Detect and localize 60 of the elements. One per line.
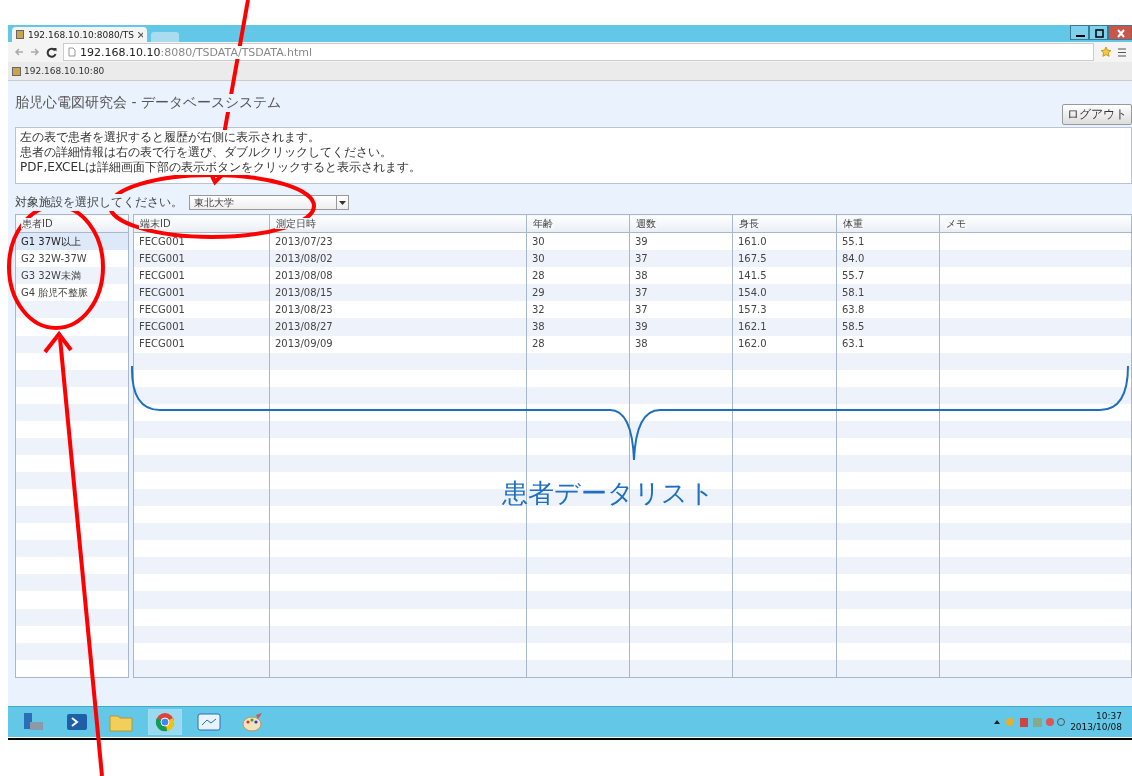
- table-cell: 38: [526, 318, 630, 336]
- page-icon: [12, 66, 21, 76]
- table-cell: 39: [629, 318, 733, 336]
- close-button[interactable]: [1108, 25, 1132, 40]
- star-icon[interactable]: [1100, 46, 1112, 58]
- reload-icon[interactable]: [46, 46, 57, 58]
- table-cell: 58.1: [836, 284, 940, 302]
- menu-icon[interactable]: [1118, 47, 1126, 57]
- table-cell: 2013/08/27: [269, 318, 527, 336]
- page-icon: [16, 30, 24, 39]
- table-cell: 154.0: [732, 284, 837, 302]
- maximize-button[interactable]: [1089, 25, 1108, 40]
- bookmark[interactable]: 192.168.10.10:80: [24, 66, 105, 76]
- group-item[interactable]: G3 32W未満: [15, 267, 129, 285]
- column-header[interactable]: 週数: [635, 217, 657, 229]
- table-cell: 58.5: [836, 318, 940, 336]
- table-cell: 2013/08/02: [269, 250, 527, 268]
- annotation-label: 患者データリスト: [502, 477, 715, 510]
- page-icon: [68, 47, 76, 57]
- terminal-icon[interactable]: [66, 713, 88, 731]
- browser-icon[interactable]: [155, 712, 175, 732]
- column-header[interactable]: 端末ID: [139, 217, 172, 229]
- column-header[interactable]: 測定日時: [275, 217, 317, 229]
- column-header[interactable]: 身長: [738, 217, 760, 229]
- table-cell: 2013/08/15: [269, 284, 527, 302]
- table-cell: 167.5: [732, 250, 837, 268]
- logout-button[interactable]: ログアウト: [1062, 104, 1132, 125]
- table-cell: 162.1: [732, 318, 837, 336]
- table-cell: FECG001: [133, 250, 270, 268]
- browser-tab[interactable]: 192.168.10.10:8080/TS: [12, 27, 147, 42]
- column-header[interactable]: 体重: [842, 217, 864, 229]
- table-cell: 2013/09/09: [269, 335, 527, 353]
- clock-date: 2013/10/08: [1070, 722, 1122, 733]
- table-cell: 38: [629, 335, 733, 353]
- table-cell: 162.0: [732, 335, 837, 353]
- back-icon[interactable]: [14, 47, 24, 57]
- table-cell: 30: [526, 250, 630, 268]
- table-cell: 84.0: [836, 250, 940, 268]
- clock-time: 10:37: [1096, 711, 1122, 722]
- show-hidden-icons[interactable]: [994, 720, 1001, 724]
- forward-icon[interactable]: [30, 47, 40, 57]
- url-text: 192.168.10.10:8080/TSDATA/TSDATA.html: [80, 45, 313, 59]
- table-cell: FECG001: [133, 335, 270, 353]
- paint-palette-icon[interactable]: [242, 712, 264, 732]
- table-cell: 29: [526, 284, 630, 302]
- column-header: 患者ID: [21, 217, 54, 229]
- table-cell: 37: [629, 284, 733, 302]
- table-cell: FECG001: [133, 318, 270, 336]
- facility-select[interactable]: 東北大学: [189, 195, 349, 210]
- table-cell: 37: [629, 250, 733, 268]
- column-header[interactable]: メモ: [945, 217, 967, 229]
- table-cell: 63.1: [836, 335, 940, 353]
- minimize-button[interactable]: [1070, 25, 1089, 40]
- dropdown-arrow-icon[interactable]: [339, 200, 346, 205]
- close-icon[interactable]: [137, 31, 143, 38]
- table-cell: FECG001: [133, 284, 270, 302]
- address-bar[interactable]: 192.168.10.10:8080/TSDATA/TSDATA.html: [63, 43, 1094, 61]
- column-header[interactable]: 年齢: [532, 217, 554, 229]
- tab-title: 192.168.10.10:8080/TS: [27, 29, 134, 40]
- table-cell: 28: [526, 335, 630, 353]
